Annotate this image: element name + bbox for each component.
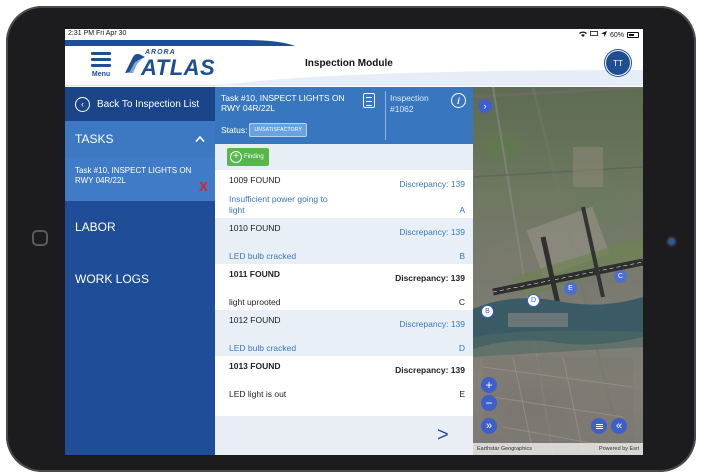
status-right: 60% [578, 30, 639, 40]
map-marker[interactable]: D [527, 294, 540, 307]
inspection-reference: Inspection #1062 [390, 93, 429, 114]
add-finding-label: Finding [244, 154, 264, 160]
sidebar-item-label: LABOR [75, 220, 116, 234]
inspection-number: #1062 [390, 103, 414, 114]
map-attribution: Earthstar Geographics Powered by Esri [473, 443, 643, 455]
finding-discrepancy: Discrepancy: 139 [399, 319, 465, 330]
screen-mirror-icon [590, 31, 598, 39]
camera-lens [668, 238, 675, 245]
finding-description: LED light is out [229, 388, 287, 399]
menu-label: Menu [91, 71, 111, 78]
app-screen: 2:31 PM Fri Apr 30 60% Menu ARORA ATLAS … [65, 29, 643, 455]
status-left: 2:31 PM Fri Apr 30 [68, 30, 126, 40]
finding-row[interactable]: 1010 FOUND Discrepancy: 139 LED bulb cra… [215, 218, 473, 265]
add-finding-button[interactable]: + Finding [227, 148, 269, 166]
back-to-inspection-list-button[interactable]: ‹ Back To Inspection List [65, 87, 215, 121]
status-badge[interactable]: UNSATISFACTORY [249, 123, 308, 137]
attribution-esri[interactable]: Powered by Esri [599, 446, 639, 452]
map-marker[interactable]: B [481, 305, 494, 318]
finding-description: LED bulb cracked [229, 250, 297, 261]
sidebar-item-work-logs[interactable]: WORK LOGS [65, 253, 215, 305]
status-label: Status: [221, 125, 248, 135]
map-expand-button[interactable]: › [478, 99, 492, 113]
finding-discrepancy: Discrepancy: 139 [399, 227, 465, 238]
finding-id: 1012 FOUND [229, 315, 281, 326]
plus-circle-icon: + [230, 151, 242, 163]
wifi-icon [578, 31, 587, 39]
status-time: 2:31 PM [68, 30, 95, 37]
finding-row[interactable]: 1013 FOUND Discrepancy: 139 LED light is… [215, 356, 473, 403]
map-marker[interactable]: C [614, 270, 627, 283]
map-double-chevron-left-icon[interactable]: « [611, 418, 627, 434]
finding-row[interactable]: 1012 FOUND Discrepancy: 139 LED bulb cra… [215, 310, 473, 357]
finding-marker: A [459, 204, 465, 215]
attribution-source: Earthstar Geographics [477, 446, 533, 452]
status-date: Fri Apr 30 [96, 30, 127, 37]
battery-icon [627, 32, 639, 38]
menu-button[interactable]: Menu [87, 50, 115, 80]
inspection-label: Inspection [390, 93, 429, 103]
task-status: Status: UNSATISFACTORY [221, 123, 308, 137]
findings-list: 1009 FOUND Discrepancy: 139 Insufficient… [215, 170, 473, 416]
map-marker[interactable]: E [564, 282, 577, 295]
finding-discrepancy: Discrepancy: 139 [395, 273, 465, 284]
finding-id: 1010 FOUND [229, 223, 281, 234]
task-header: Task #10, INSPECT LIGHTS ON RWY 04R/22L … [215, 87, 473, 144]
back-chevron-icon: ‹ [75, 96, 90, 112]
header-divider [385, 91, 386, 140]
finding-row[interactable]: 1011 FOUND Discrepancy: 139 light uproot… [215, 264, 473, 311]
chevron-up-icon [195, 136, 205, 142]
battery-percent: 60% [609, 31, 624, 39]
finding-id: 1009 FOUND [229, 175, 281, 185]
back-label: Back To Inspection List [97, 98, 200, 110]
finding-description: Insufficient power going to light [229, 194, 328, 215]
zoom-in-button[interactable]: + [481, 377, 497, 393]
finding-row[interactable]: 1009 FOUND Discrepancy: 139 Insufficient… [215, 170, 473, 219]
chevron-right-icon[interactable]: > [437, 424, 449, 447]
remove-task-icon[interactable]: X [199, 179, 208, 195]
sidebar-item-label: WORK LOGS [75, 272, 150, 286]
location-icon [600, 31, 607, 39]
finding-id: 1013 FOUND [229, 361, 281, 372]
map-view[interactable]: › B D E C + − » « Earthstar Geographics … [473, 87, 643, 455]
page-title: Inspection Module [305, 58, 393, 69]
finding-marker: E [459, 388, 465, 399]
sidebar-task-item[interactable]: Task #10, INSPECT LIGHTS ON RWY 04R/22L … [65, 157, 215, 201]
status-bar: 2:31 PM Fri Apr 30 60% [65, 29, 643, 40]
findings-toolbar: + Finding [215, 144, 473, 170]
document-icon[interactable] [363, 93, 375, 108]
info-icon[interactable]: i [451, 93, 466, 108]
tasks-label: TASKS [75, 132, 114, 146]
menu-icon [91, 50, 111, 70]
zoom-out-button[interactable]: − [481, 395, 497, 411]
user-avatar[interactable]: TT [606, 51, 630, 75]
sidebar-task-label: Task #10, INSPECT LIGHTS ON RWY 04R/22L [75, 166, 192, 185]
task-title: Task #10, INSPECT LIGHTS ON RWY 04R/22L [221, 93, 345, 114]
list-icon[interactable] [591, 418, 607, 434]
finding-marker: B [459, 250, 465, 261]
finding-id: 1011 FOUND [229, 269, 281, 280]
finding-description: LED bulb cracked [229, 342, 297, 353]
logo-atlas-text: ATLAS [141, 55, 216, 80]
sidebar: ‹ Back To Inspection List TASKS Task #10… [65, 87, 215, 455]
finding-discrepancy: Discrepancy: 139 [395, 365, 465, 376]
finding-discrepancy: Discrepancy: 139 [399, 179, 465, 189]
finding-marker: D [458, 342, 465, 353]
sidebar-item-labor[interactable]: LABOR [65, 201, 215, 253]
app-header: Menu ARORA ATLAS Inspection Module TT [65, 40, 643, 86]
atlas-logo: ARORA ATLAS [123, 49, 216, 80]
findings-footer: > [215, 416, 473, 455]
tasks-section-header[interactable]: TASKS [65, 121, 215, 157]
home-button[interactable] [32, 230, 48, 246]
finding-marker: C [458, 296, 465, 307]
finding-description: light uprooted [229, 296, 281, 307]
map-double-chevron-right-icon[interactable]: » [481, 418, 497, 434]
